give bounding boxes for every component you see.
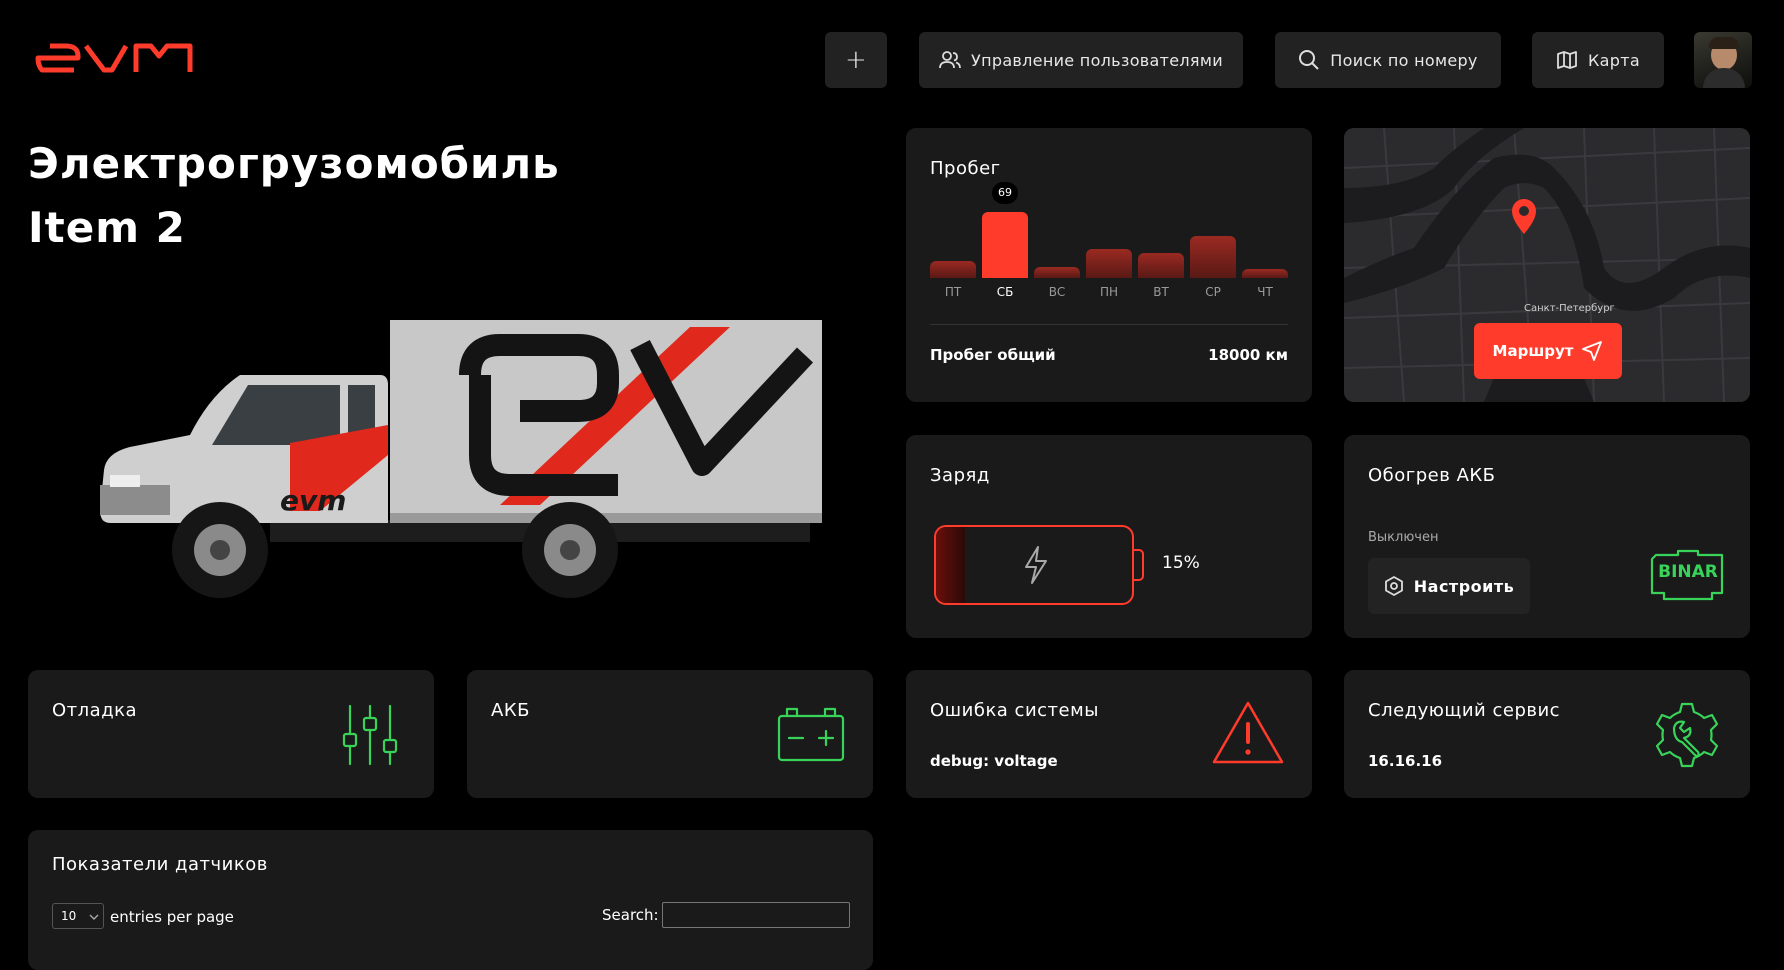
mileage-total-label: Пробег общий: [930, 346, 1056, 364]
search-by-number-button[interactable]: Поиск по номеру: [1275, 32, 1501, 88]
mileage-day-label: ПН: [1099, 285, 1119, 299]
debug-card[interactable]: Отладка: [28, 670, 434, 798]
sensors-search-input[interactable]: [662, 902, 850, 928]
car-battery-icon: [777, 707, 845, 762]
mileage-day-label: ВС: [1048, 285, 1066, 299]
avatar[interactable]: [1694, 32, 1752, 88]
mileage-day-label: ВТ: [1153, 285, 1169, 299]
mileage-bar[interactable]: [982, 212, 1028, 278]
route-label: Маршрут: [1492, 342, 1574, 360]
mileage-bar-tooltip: 69: [992, 182, 1018, 204]
truck-image: evm ev evm: [70, 315, 830, 620]
user-management-button[interactable]: Управление пользователями: [919, 32, 1243, 88]
mileage-card: Пробег 69 ПТ СБ ВС ПН ВТ СР ЧТ Пробег общий 18…: [906, 128, 1312, 402]
charge-percent: 15%: [1162, 553, 1200, 573]
user-management-label: Управление пользователями: [971, 50, 1223, 70]
configure-label: Настроить: [1413, 576, 1515, 596]
mileage-bar[interactable]: [1242, 269, 1288, 278]
next-service-card[interactable]: Следующий сервис 16.16.16: [1344, 670, 1750, 798]
next-service-date: 16.16.16: [1368, 752, 1443, 770]
add-button[interactable]: +: [825, 32, 887, 88]
chevron-down-icon: [89, 914, 99, 920]
system-error-card[interactable]: Ошибка системы debug: voltage: [906, 670, 1312, 798]
mileage-day-label: ПТ: [944, 285, 962, 299]
wrench-gear-icon: [1655, 702, 1719, 768]
battery-heating-status: Выключен: [1368, 530, 1439, 545]
page-size-value: 10: [61, 909, 77, 923]
akb-title: АКБ: [491, 700, 530, 721]
svg-text:evm: evm: [280, 484, 346, 517]
binar-logo: BINAR: [1648, 549, 1728, 601]
configure-button[interactable]: Настроить: [1368, 558, 1530, 614]
plus-icon: +: [844, 45, 868, 75]
location-pin-icon[interactable]: [1508, 196, 1540, 236]
map-icon: [1557, 51, 1577, 69]
mileage-title: Пробег: [930, 158, 1001, 179]
battery-heating-card: Обогрев АКБ Выключен Настроить BINAR: [1344, 435, 1750, 638]
system-error-title: Ошибка системы: [930, 700, 1099, 721]
debug-title: Отладка: [52, 700, 138, 721]
mileage-day-label: СР: [1205, 285, 1221, 299]
page-title: Электрогрузомобиль Item 2: [28, 132, 560, 260]
mileage-bar[interactable]: [930, 261, 976, 278]
binar-logo-text: BINAR: [1658, 562, 1718, 582]
sensors-title: Показатели датчиков: [52, 854, 268, 875]
search-by-number-label: Поиск по номеру: [1330, 50, 1478, 70]
lightning-icon: [1025, 546, 1047, 584]
charge-card: Заряд 15%: [906, 435, 1312, 638]
mileage-day-label: СБ: [996, 285, 1014, 299]
mileage-bar[interactable]: [1086, 249, 1132, 278]
navigation-arrow-icon: [1582, 341, 1603, 361]
page-title-line1: Электрогрузомобиль: [28, 139, 560, 188]
map-card[interactable]: Санкт-Петербург Маршрут: [1344, 128, 1750, 402]
mileage-chart: 69 ПТ СБ ВС ПН ВТ СР ЧТ: [930, 182, 1288, 304]
entries-label: entries per page: [110, 908, 234, 926]
next-service-title: Следующий сервис: [1368, 700, 1561, 721]
battery-terminal: [1134, 549, 1144, 581]
sensors-card: Показатели датчиков 10 entries per page …: [28, 830, 873, 970]
sliders-icon: [342, 704, 398, 766]
mileage-divider: [930, 324, 1288, 325]
map-city-label: Санкт-Петербург: [1524, 303, 1615, 314]
mileage-bar[interactable]: [1138, 253, 1184, 278]
warning-icon: [1212, 701, 1284, 764]
mileage-day-label: ЧТ: [1257, 285, 1273, 299]
battery-heating-title: Обогрев АКБ: [1368, 465, 1496, 486]
logo[interactable]: evm: [26, 36, 196, 82]
users-icon: [939, 51, 961, 69]
mileage-bar[interactable]: [1190, 236, 1236, 278]
system-error-message: debug: voltage: [930, 752, 1058, 770]
battery-indicator: [934, 525, 1134, 605]
search-icon: [1299, 50, 1320, 70]
search-label: Search:: [602, 906, 659, 924]
page-title-line2: Item 2: [28, 203, 186, 252]
mileage-total-value: 18000 км: [1208, 346, 1288, 364]
settings-icon: [1384, 576, 1403, 596]
route-button[interactable]: Маршрут: [1474, 323, 1622, 379]
map-button[interactable]: Карта: [1532, 32, 1664, 88]
charge-title: Заряд: [930, 465, 990, 486]
mileage-bar[interactable]: [1034, 267, 1080, 278]
page-size-select[interactable]: 10: [52, 903, 104, 929]
akb-card[interactable]: АКБ: [467, 670, 873, 798]
map-label: Карта: [1588, 50, 1640, 70]
